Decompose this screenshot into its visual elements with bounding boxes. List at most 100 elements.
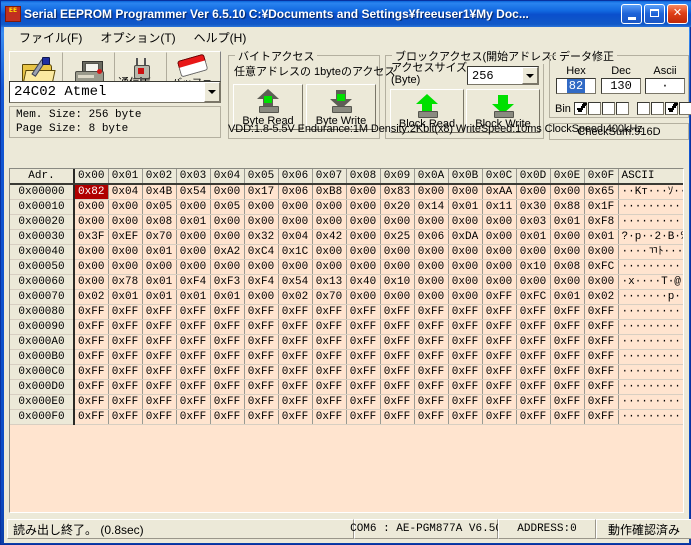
hex-cell[interactable]: 0x02 — [278, 289, 313, 305]
hex-cell[interactable]: 0xFF — [550, 319, 585, 335]
hex-cell[interactable]: 0xFF — [278, 349, 313, 365]
close-button[interactable]: ✕ — [667, 4, 688, 24]
hex-cell[interactable]: 0x83 — [380, 184, 415, 200]
menu-file[interactable]: ファイル(F) — [10, 27, 91, 48]
hex-cell[interactable]: 0x40 — [346, 274, 381, 290]
hex-cell[interactable]: 0x00 — [414, 214, 449, 230]
hex-cell[interactable]: 0xFF — [142, 409, 177, 425]
hex-cell[interactable]: 0x88 — [550, 199, 585, 215]
table-row[interactable]: 0x000D0 0xFF 0xFF 0xFF 0xFF 0xFF 0xFF 0xFF 0xFF 0… — [10, 379, 683, 395]
device-select[interactable]: 24C02 Atmel — [9, 81, 221, 103]
hex-cell[interactable]: 0xFF — [108, 304, 143, 320]
hex-cell[interactable]: 0xFF — [584, 409, 619, 425]
hex-cell[interactable]: 0xFF — [312, 334, 347, 350]
hex-cell[interactable]: 0xFF — [482, 394, 517, 410]
hex-cell[interactable]: 0xFC — [584, 259, 619, 275]
hex-cell[interactable]: 0x01 — [142, 274, 177, 290]
hex-cell[interactable]: 0x01 — [108, 289, 143, 305]
hex-cell[interactable]: 0xFF — [414, 364, 449, 380]
hex-cell[interactable]: 0x00 — [74, 274, 109, 290]
hex-cell[interactable]: 0xFF — [414, 334, 449, 350]
hex-cell[interactable]: 0xFF — [176, 349, 211, 365]
hex-cell[interactable]: 0xDA — [448, 229, 483, 245]
hex-cell[interactable]: 0xF8 — [584, 214, 619, 230]
hex-cell[interactable]: 0x00 — [448, 244, 483, 260]
hex-cell[interactable]: 0xFF — [584, 349, 619, 365]
hex-cell[interactable]: 0x00 — [516, 184, 551, 200]
hex-cell[interactable]: 0xFF — [142, 319, 177, 335]
hex-cell[interactable]: 0xFF — [482, 379, 517, 395]
hex-cell[interactable]: 0xFF — [108, 334, 143, 350]
hex-cell[interactable]: 0x01 — [584, 229, 619, 245]
hex-cell[interactable]: 0x08 — [142, 214, 177, 230]
bin-bit-4-checkbox[interactable] — [615, 102, 629, 115]
hex-cell[interactable]: 0x00 — [482, 259, 517, 275]
hex-cell[interactable]: 0xFF — [74, 364, 109, 380]
hex-cell[interactable]: 0xFF — [516, 379, 551, 395]
bin-bit-2-checkbox[interactable] — [650, 102, 664, 115]
hex-cell[interactable]: 0xFF — [380, 379, 415, 395]
hex-cell[interactable]: 0xFF — [516, 319, 551, 335]
hex-cell[interactable]: 0x00 — [74, 199, 109, 215]
hex-cell[interactable]: 0xFF — [516, 304, 551, 320]
hex-cell[interactable]: 0xFF — [414, 349, 449, 365]
hex-cell[interactable]: 0x10 — [516, 259, 551, 275]
hex-cell[interactable]: 0xFF — [414, 409, 449, 425]
hex-cell[interactable]: 0xFF — [380, 409, 415, 425]
hex-cell[interactable]: 0xFF — [584, 394, 619, 410]
hex-cell[interactable]: 0xFF — [346, 409, 381, 425]
hex-cell[interactable]: 0xFF — [346, 349, 381, 365]
hex-cell[interactable]: 0x00 — [550, 184, 585, 200]
hex-cell[interactable]: 0x00 — [244, 214, 279, 230]
hex-cell[interactable]: 0x00 — [278, 214, 313, 230]
hex-cell[interactable]: 0xFF — [210, 334, 245, 350]
hex-cell[interactable]: 0xFF — [482, 289, 517, 305]
hex-cell[interactable]: 0x00 — [210, 184, 245, 200]
hex-cell[interactable]: 0x00 — [550, 229, 585, 245]
hex-cell[interactable]: 0xFF — [312, 364, 347, 380]
hex-cell[interactable]: 0x1F — [584, 199, 619, 215]
hex-cell[interactable]: 0xFF — [482, 409, 517, 425]
hex-cell[interactable]: 0x00 — [482, 244, 517, 260]
hex-cell[interactable]: 0xFF — [550, 349, 585, 365]
hex-cell[interactable]: 0xFF — [74, 379, 109, 395]
hex-cell[interactable]: 0xFF — [550, 409, 585, 425]
hex-cell[interactable]: 0x08 — [550, 259, 585, 275]
hex-cell[interactable]: 0xFF — [312, 349, 347, 365]
hex-cell[interactable]: 0x1C — [278, 244, 313, 260]
hex-cell[interactable]: 0x00 — [346, 184, 381, 200]
hex-cell[interactable]: 0x70 — [142, 229, 177, 245]
hex-cell[interactable]: 0x00 — [380, 259, 415, 275]
hex-cell[interactable]: 0x00 — [176, 229, 211, 245]
hex-cell[interactable]: 0x00 — [210, 229, 245, 245]
hex-cell[interactable]: 0x01 — [142, 289, 177, 305]
hex-cell[interactable]: 0xFF — [74, 319, 109, 335]
hex-cell[interactable]: 0x00 — [550, 244, 585, 260]
hex-cell[interactable]: 0xFF — [448, 349, 483, 365]
access-size-select[interactable]: 256 — [467, 66, 539, 85]
hex-cell[interactable]: 0x01 — [176, 289, 211, 305]
hex-cell[interactable]: 0x00 — [448, 259, 483, 275]
hex-cell[interactable]: 0xFF — [482, 349, 517, 365]
hex-cell[interactable]: 0x01 — [448, 199, 483, 215]
hex-cell[interactable]: 0xFF — [210, 319, 245, 335]
hex-cell[interactable]: 0x00 — [244, 199, 279, 215]
hex-cell[interactable]: 0x00 — [346, 229, 381, 245]
hex-cell[interactable]: 0x05 — [210, 199, 245, 215]
hex-cell[interactable]: 0x06 — [278, 184, 313, 200]
ascii-input[interactable]: · — [645, 78, 685, 94]
hex-cell[interactable]: 0x00 — [108, 244, 143, 260]
hex-cell[interactable]: 0x01 — [210, 289, 245, 305]
hex-cell[interactable]: 0xAA — [482, 184, 517, 200]
hex-cell[interactable]: 0x30 — [516, 199, 551, 215]
hex-cell[interactable]: 0xFF — [244, 334, 279, 350]
hex-cell[interactable]: 0x00 — [414, 184, 449, 200]
table-row[interactable]: 0x00020 0x00 0x00 0x08 0x01 0x00 0x00 0x00 0x00 0… — [10, 214, 683, 230]
hex-cell[interactable]: 0xB8 — [312, 184, 347, 200]
hex-cell[interactable]: 0xFF — [550, 394, 585, 410]
hex-cell[interactable]: 0xFF — [108, 409, 143, 425]
dec-input[interactable]: 130 — [601, 78, 641, 94]
hex-cell[interactable]: 0x54 — [176, 184, 211, 200]
hex-cell[interactable]: 0xFF — [176, 319, 211, 335]
hex-cell[interactable]: 0x04 — [278, 229, 313, 245]
